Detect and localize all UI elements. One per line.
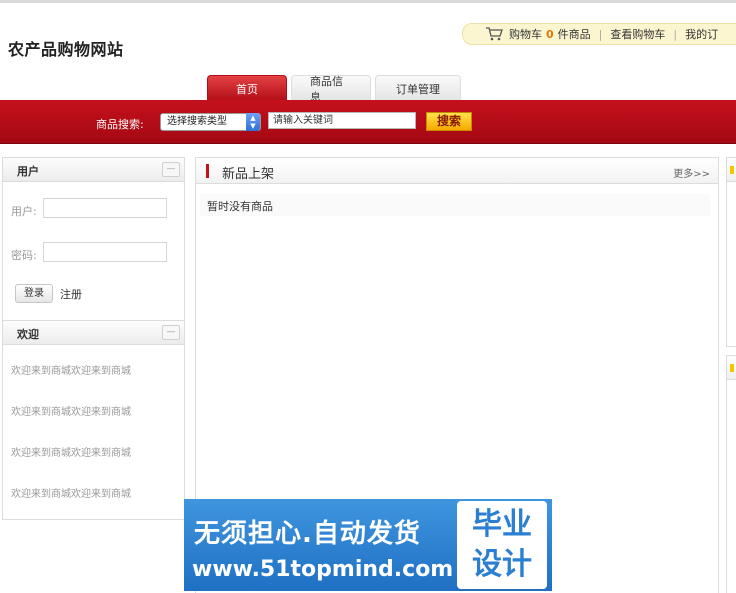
- main-nav-tabs: 首页 商品信息 订单管理: [207, 75, 465, 104]
- section-marker: [730, 364, 734, 372]
- welcome-line: 欢迎来到商城欢迎来到商城: [11, 407, 131, 418]
- login-button[interactable]: 登录: [15, 284, 53, 303]
- watermark-url: www.51topmind.com: [192, 557, 454, 582]
- login-panel-header: 用户 —: [3, 158, 184, 182]
- badge-line: 设计: [472, 547, 532, 582]
- collapse-button[interactable]: —: [162, 325, 180, 340]
- password-label: 密码:: [11, 249, 37, 262]
- cart-separator: |: [598, 27, 603, 41]
- cart-separator: |: [673, 27, 678, 41]
- cart-bar: 购物车 0 件商品 | 查看购物车 | 我的订: [462, 23, 736, 45]
- cart-count: 0: [546, 27, 554, 41]
- right-panel-edge: [726, 157, 736, 347]
- section-marker: [206, 164, 209, 178]
- my-orders-link[interactable]: 我的订: [685, 26, 718, 42]
- search-type-value: 选择搜索类型: [167, 116, 227, 127]
- badge-line: 毕业: [472, 507, 532, 542]
- login-panel-title: 用户: [17, 165, 39, 178]
- welcome-line: 欢迎来到商城欢迎来到商城: [11, 448, 131, 459]
- new-products-title: 新品上架: [222, 167, 275, 182]
- site-title: 农产品购物网站: [8, 40, 124, 59]
- username-field[interactable]: [43, 198, 167, 218]
- welcome-panel: 欢迎 — 欢迎来到商城欢迎来到商城 欢迎来到商城欢迎来到商城 欢迎来到商城欢迎来…: [2, 320, 185, 520]
- more-link[interactable]: 更多>>: [673, 165, 710, 180]
- shopping-cart-icon[interactable]: [485, 27, 503, 41]
- select-arrows-icon: ▲ ▼: [246, 113, 260, 131]
- watermark-banner: 无须担心.自动发货 www.51topmind.com 毕业 设计: [184, 499, 552, 591]
- password-field[interactable]: [43, 242, 167, 262]
- tab-order-management[interactable]: 订单管理: [375, 75, 461, 101]
- username-label: 用户:: [11, 205, 37, 218]
- welcome-line: 欢迎来到商城欢迎来到商城: [11, 366, 131, 377]
- right-panel-edge: [726, 355, 736, 593]
- view-cart-link[interactable]: 查看购物车: [610, 26, 665, 42]
- search-input[interactable]: 请输入关键词: [268, 112, 416, 129]
- cart-label: 购物车: [509, 28, 542, 41]
- empty-message: 暂时没有商品: [207, 200, 273, 213]
- search-label: 商品搜索:: [96, 118, 144, 131]
- collapse-button[interactable]: —: [162, 162, 180, 177]
- watermark-text: 无须担心.自动发货: [194, 519, 421, 549]
- welcome-line: 欢迎来到商城欢迎来到商城: [11, 489, 131, 500]
- search-bar: 商品搜索: 选择搜索类型 ▲ ▼ 请输入关键词 搜索: [0, 100, 736, 144]
- search-button[interactable]: 搜索: [426, 112, 472, 131]
- empty-row: [200, 194, 710, 216]
- watermark-badge: 毕业 设计: [457, 501, 547, 589]
- top-border: [0, 0, 736, 3]
- login-panel: 用户 — 用户: 密码: 登录 注册: [2, 157, 185, 321]
- welcome-panel-title: 欢迎: [17, 328, 39, 341]
- tab-product-info[interactable]: 商品信息: [291, 75, 371, 104]
- new-products-header: 新品上架 更多>>: [196, 158, 718, 184]
- cart-unit: 件商品: [557, 28, 591, 41]
- register-link[interactable]: 注册: [60, 286, 82, 302]
- section-marker: [730, 166, 734, 174]
- tab-home[interactable]: 首页: [207, 75, 287, 101]
- welcome-panel-header: 欢迎 —: [3, 321, 184, 345]
- search-type-select[interactable]: 选择搜索类型 ▲ ▼: [160, 113, 261, 131]
